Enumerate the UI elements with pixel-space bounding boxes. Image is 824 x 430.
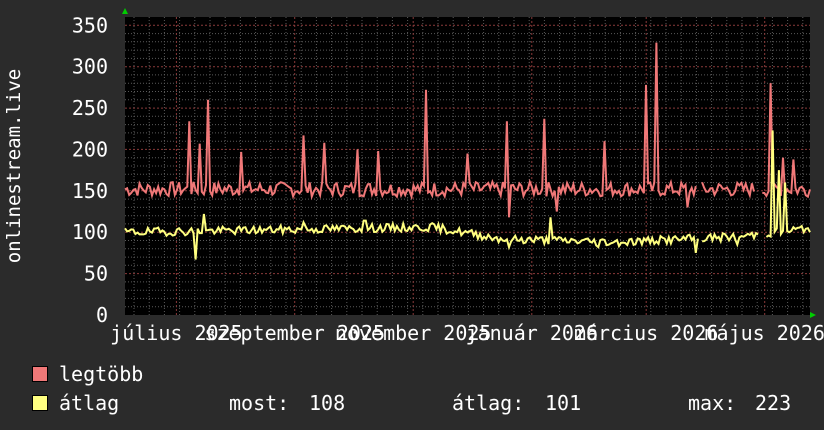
legend-swatch-atlag — [32, 395, 48, 411]
legend-label-atlag: átlag — [59, 391, 120, 415]
y-tick-label: 150 — [72, 179, 108, 203]
legend-label-legtobb: legtöbb — [59, 362, 144, 386]
y-axis-arrow-icon — [122, 8, 128, 14]
stat-atlag-label: átlag: — [452, 391, 525, 415]
y-tick-label: 300 — [72, 55, 108, 79]
y-tick-label: 250 — [72, 96, 108, 120]
y-tick-label: 200 — [72, 137, 108, 161]
legend-swatch-legtobb — [32, 366, 48, 382]
y-tick-label: 100 — [72, 220, 108, 244]
x-axis-arrow-icon — [810, 312, 816, 318]
y-axis-label: onlinestream.live — [3, 69, 25, 263]
x-tick-label: március 2026 — [574, 321, 719, 345]
y-tick-label: 50 — [84, 262, 108, 286]
y-axis: 0 50 100 150 200 250 300 350 — [72, 13, 108, 327]
stat-most-value: 108 — [309, 391, 346, 415]
stat-max-value: 223 — [755, 391, 792, 415]
stat-most-label: most: — [229, 391, 290, 415]
y-tick-label: 0 — [96, 303, 108, 327]
x-tick-label: május 2026 — [704, 321, 824, 345]
stat-atlag-value: 101 — [545, 391, 582, 415]
stat-max-label: max: — [688, 391, 737, 415]
y-tick-label: 350 — [72, 13, 108, 37]
